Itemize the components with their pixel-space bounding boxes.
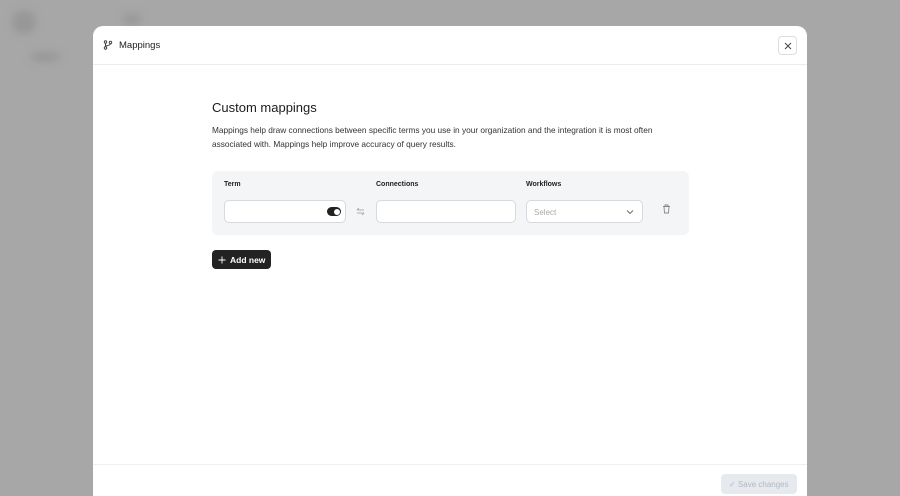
background-item <box>122 14 142 24</box>
close-icon <box>784 42 791 49</box>
chevron-down-icon <box>626 210 634 215</box>
workflows-placeholder: Select <box>534 208 557 217</box>
term-label: Term <box>224 181 241 188</box>
plus-icon <box>218 256 226 263</box>
modal-footer <box>93 464 807 465</box>
modal-header: Mappings <box>93 26 807 65</box>
background-item <box>30 52 60 62</box>
workflows-label: Workflows <box>526 181 562 188</box>
swap-arrows-icon <box>356 207 365 216</box>
section-heading: Custom mappings <box>212 100 317 115</box>
section-description: Mappings help draw connections between s… <box>212 125 653 149</box>
modal-title: Mappings <box>119 39 161 51</box>
trash-icon[interactable] <box>662 204 671 214</box>
term-toggle[interactable] <box>327 207 341 216</box>
add-new-label: Add new <box>230 254 266 265</box>
connections-input[interactable] <box>376 200 516 223</box>
git-branch-icon <box>103 40 113 50</box>
close-button[interactable] <box>778 36 797 55</box>
mappings-modal: Mappings Custom mappings Mappings help d… <box>93 26 807 496</box>
term-input[interactable] <box>224 200 346 223</box>
mapping-row: Term Connections Workflows Select <box>212 171 689 235</box>
connections-label: Connections <box>376 181 419 188</box>
save-changes-button[interactable]: ✓ Save changes <box>721 474 797 494</box>
add-new-button[interactable]: Add new <box>212 250 272 269</box>
background-avatar <box>12 10 36 34</box>
workflows-select[interactable]: Select <box>526 200 643 223</box>
